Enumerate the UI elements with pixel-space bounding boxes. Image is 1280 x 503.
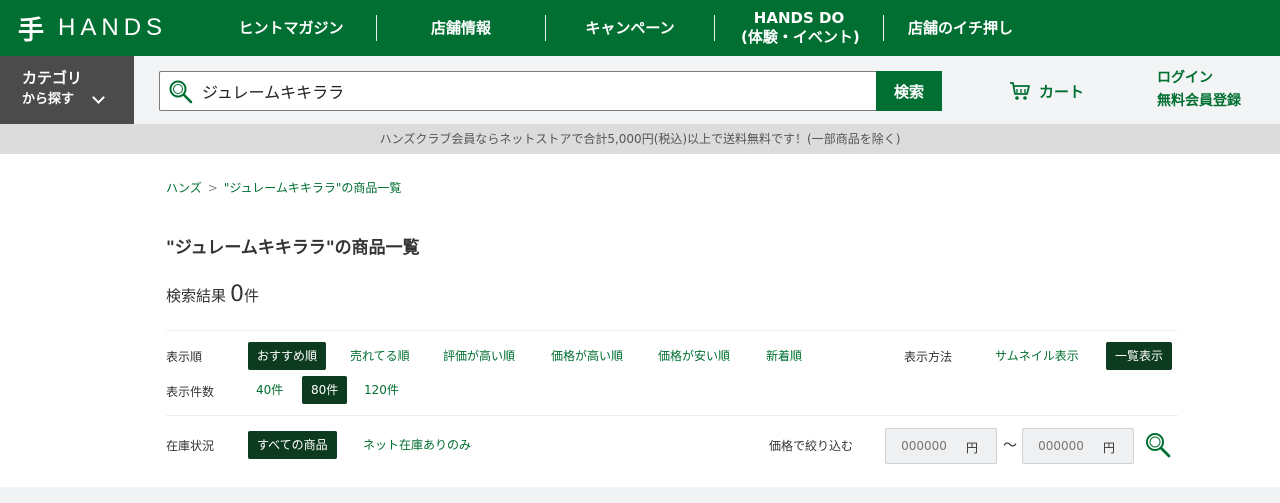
register-link[interactable]: 無料会員登録 (1157, 93, 1241, 109)
breadcrumb: ハンズ > "ジュレームキキララ"の商品一覧 (166, 179, 401, 196)
sort-label: 表示順 (166, 350, 203, 364)
sort-price-high[interactable]: 価格が高い順 (551, 342, 623, 370)
breadcrumb-current: "ジュレームキキララ"の商品一覧 (223, 181, 402, 195)
search-icon (169, 80, 193, 104)
logo-mark: 手 (18, 15, 45, 46)
price-search-icon[interactable] (1144, 431, 1172, 459)
result-count-unit: 件 (244, 287, 260, 305)
sort-newest[interactable]: 新着順 (766, 342, 802, 370)
login-link[interactable]: ログイン (1157, 70, 1213, 86)
divider (166, 415, 1178, 416)
result-count-label: 検索結果 (166, 287, 227, 305)
category-menu-button[interactable]: カテゴリ から探す (0, 56, 134, 124)
per-page-label: 表示件数 (166, 385, 215, 399)
search-box: 検索 (159, 71, 942, 111)
breadcrumb-home[interactable]: ハンズ (166, 181, 202, 195)
nav-hands-do-line2: (体験・イベント) (741, 28, 860, 46)
stock-all-products[interactable]: すべての商品 (248, 431, 337, 459)
price-max-field: 円 (1022, 428, 1134, 464)
price-min-unit: 円 (966, 441, 979, 455)
price-max-input[interactable] (1031, 429, 1091, 463)
cart-icon (1010, 82, 1030, 100)
bottom-strip (0, 487, 1280, 503)
price-filter-label: 価格で絞り込む (769, 439, 854, 453)
breadcrumb-separator: > (207, 181, 218, 195)
stock-label: 在庫状況 (166, 439, 215, 453)
nav-divider (883, 15, 884, 41)
price-range-tilde: 〜 (1003, 438, 1017, 454)
per-page-80[interactable]: 80件 (302, 376, 348, 404)
search-button[interactable]: 検索 (876, 71, 942, 111)
logo-text: HANDS (58, 14, 168, 41)
sort-recommended[interactable]: おすすめ順 (248, 342, 327, 370)
nav-hands-do[interactable]: HANDS DO (体験・イベント) (715, 9, 883, 47)
search-input[interactable] (202, 72, 872, 110)
nav-divider (376, 15, 377, 41)
per-page-40[interactable]: 40件 (256, 376, 283, 404)
price-min-input[interactable] (894, 429, 954, 463)
nav-divider (545, 15, 546, 41)
top-header: 手 HANDS ヒントマガジン 店舗情報 キャンペーン HANDS DO (体験… (0, 0, 1280, 56)
sort-price-low[interactable]: 価格が安い順 (658, 342, 730, 370)
hands-logo[interactable]: 手 HANDS (18, 10, 167, 46)
nav-store-picks[interactable]: 店舗のイチ押し (884, 19, 1058, 38)
sort-best-selling[interactable]: 売れてる順 (350, 342, 410, 370)
result-count-number: 0 (230, 282, 245, 307)
nav-hands-do-line1: HANDS DO (753, 9, 845, 27)
category-sublabel: から探す (22, 92, 75, 107)
sort-highest-rated[interactable]: 評価が高い順 (443, 342, 515, 370)
result-count: 検索結果 0件 (166, 282, 259, 307)
cart-link[interactable]: カート (1009, 78, 1084, 104)
view-list[interactable]: 一覧表示 (1106, 342, 1173, 370)
page-title: "ジュレームキキララ"の商品一覧 (166, 238, 420, 258)
nav-divider (714, 15, 715, 41)
nav-store-info[interactable]: 店舗情報 (377, 19, 545, 38)
nav-hint-magazine[interactable]: ヒントマガジン (206, 19, 376, 38)
view-thumbnail[interactable]: サムネイル表示 (995, 342, 1079, 370)
cart-label: カート (1039, 82, 1085, 101)
free-shipping-notice: ハンズクラブ会員ならネットストアで合計5,000円(税込)以上で送料無料です！(… (0, 124, 1280, 154)
account-links: ログイン 無料会員登録 (1157, 67, 1241, 113)
stock-online-only[interactable]: ネット在庫ありのみ (363, 431, 471, 459)
divider (166, 330, 1178, 331)
category-label: カテゴリ (22, 69, 83, 87)
price-min-field: 円 (885, 428, 997, 464)
search-bar-area: カテゴリ から探す 検索 カート ログイン 無料会員登録 (0, 56, 1280, 124)
view-label: 表示方法 (904, 350, 953, 364)
per-page-120[interactable]: 120件 (364, 376, 399, 404)
price-max-unit: 円 (1103, 441, 1116, 455)
global-nav: ヒントマガジン 店舗情報 キャンペーン HANDS DO (体験・イベント) 店… (206, 0, 1058, 56)
nav-campaign[interactable]: キャンペーン (546, 19, 714, 38)
